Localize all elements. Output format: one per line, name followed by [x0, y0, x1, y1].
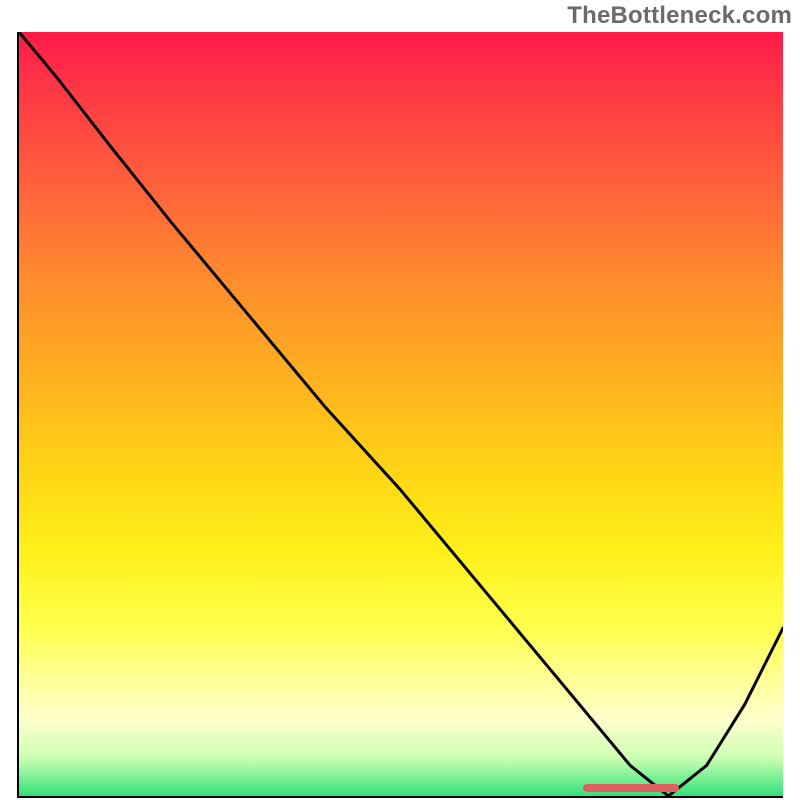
optimum-range-marker [583, 784, 679, 792]
curve-polyline [19, 32, 783, 796]
bottleneck-chart: TheBottleneck.com [0, 0, 800, 800]
bottleneck-curve [19, 32, 783, 796]
watermark-text: TheBottleneck.com [567, 2, 792, 30]
plot-area [17, 32, 783, 798]
